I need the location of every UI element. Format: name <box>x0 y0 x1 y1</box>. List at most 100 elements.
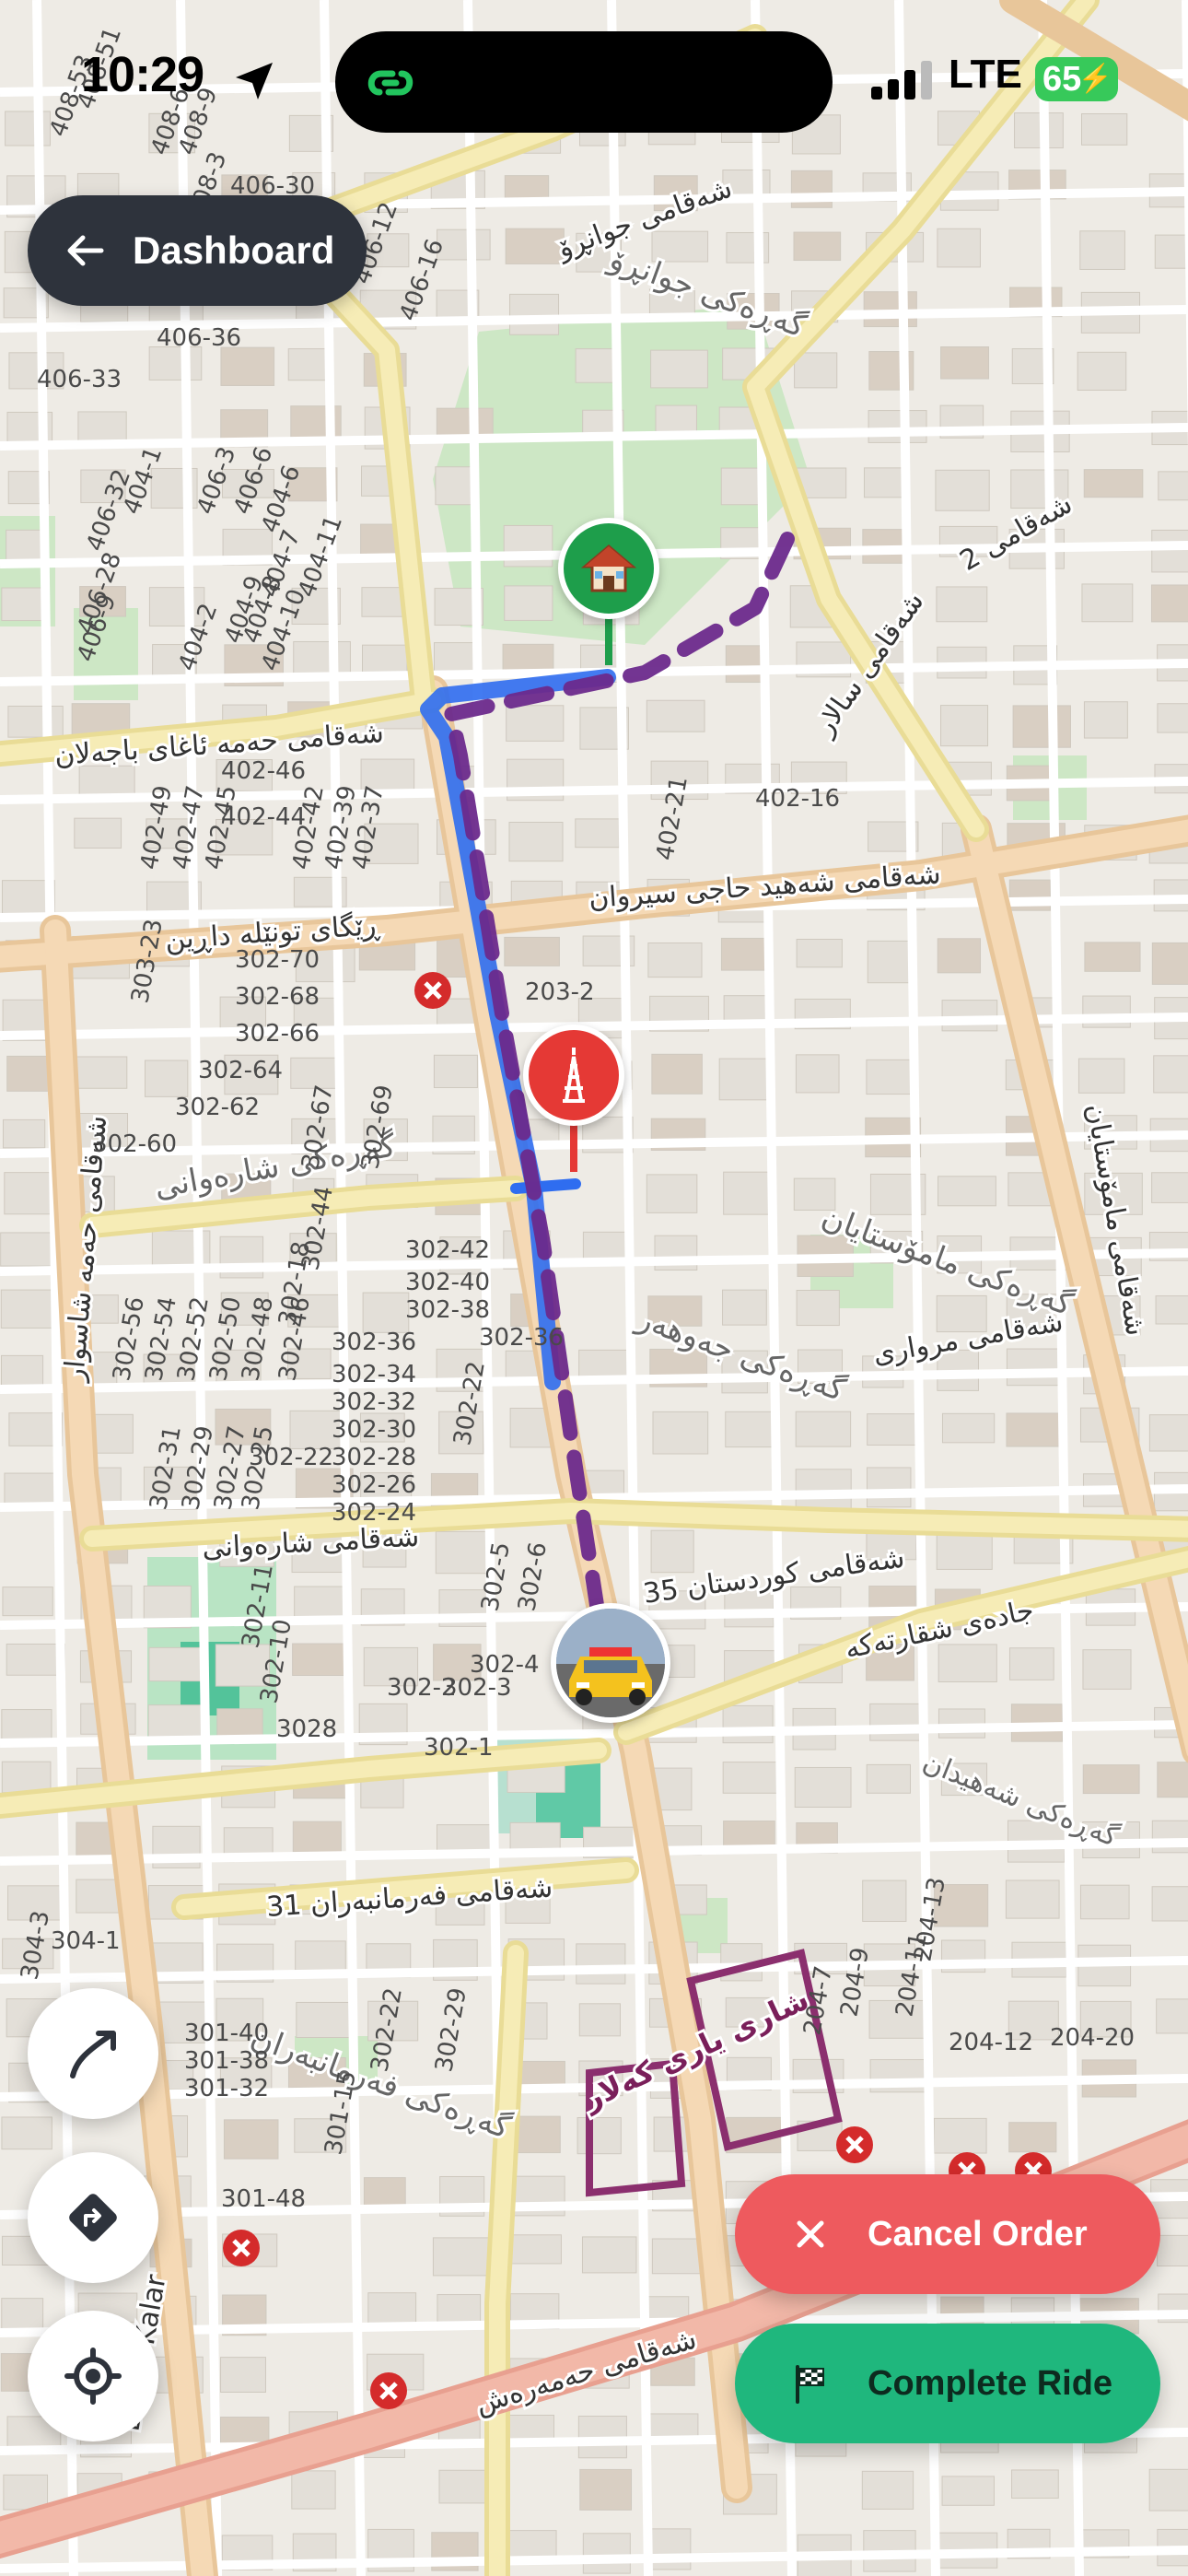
building-block <box>148 1646 204 1682</box>
pickup-pin[interactable] <box>558 518 659 684</box>
building-block <box>650 349 708 389</box>
building-block <box>295 1940 346 1971</box>
building-block <box>722 1762 782 1794</box>
building-block <box>723 1171 773 1215</box>
building-block <box>940 705 989 747</box>
building-block <box>1077 1058 1125 1094</box>
building-block <box>363 2177 406 2207</box>
status-bar: 10:29 LTE 65 ⚡ <box>0 0 1188 147</box>
directions-icon <box>69 2194 117 2242</box>
building-block <box>1150 584 1188 623</box>
building-block <box>941 1000 998 1032</box>
building-block <box>652 1411 709 1455</box>
building-block <box>2 1118 46 1149</box>
building-block <box>720 467 764 506</box>
building-block <box>1157 2234 1188 2267</box>
house-number-label: 302-68 <box>235 983 320 1011</box>
building-block <box>1079 230 1125 270</box>
building-block <box>144 1060 189 1097</box>
building-block <box>1006 1412 1061 1447</box>
building-block <box>941 2476 995 2506</box>
destination-pin[interactable] <box>523 1025 624 1190</box>
building-block <box>862 1879 907 1922</box>
building-block <box>1151 1820 1188 1854</box>
building-block <box>1 2116 52 2150</box>
building-block <box>220 2357 266 2393</box>
building-block <box>861 2470 914 2510</box>
building-block <box>1011 2469 1059 2499</box>
building-block <box>868 410 927 443</box>
building-block <box>1082 1649 1132 1690</box>
building-block <box>577 2117 622 2155</box>
building-block <box>933 2117 987 2154</box>
dynamic-island <box>335 31 833 133</box>
building-block <box>575 348 619 383</box>
house-number-label: 301-40 <box>184 2020 269 2047</box>
building-block <box>647 942 703 978</box>
building-block <box>1006 1348 1059 1387</box>
house-number-label: 302-1 <box>424 1734 494 1762</box>
house-number-label: 406-36 <box>157 324 241 352</box>
house-number-label: 302-3 <box>442 1674 512 1702</box>
building-block <box>1151 1172 1188 1203</box>
building-block <box>0 1232 54 1267</box>
building-block <box>1151 942 1188 985</box>
driver-taxi-marker[interactable] <box>551 1603 670 1723</box>
building-block <box>794 1766 852 1808</box>
building-block <box>940 346 990 380</box>
building-block <box>292 1643 351 1677</box>
recenter-location-button[interactable] <box>28 2311 158 2441</box>
complete-ride-button[interactable]: Complete Ride <box>735 2324 1160 2443</box>
house-number-label: 302-32 <box>332 1388 416 1416</box>
building-block <box>575 818 620 849</box>
house-number-label: 302-30 <box>332 1416 416 1444</box>
crosshair-icon <box>64 2348 122 2405</box>
complete-ride-label: Complete Ride <box>868 2363 1113 2403</box>
building-block <box>1 587 43 622</box>
building-block <box>941 1412 996 1444</box>
house-number-label: 302-24 <box>332 1499 416 1527</box>
building-block <box>938 1644 997 1683</box>
route-overview-button[interactable] <box>28 1988 158 2119</box>
building-block <box>4 1472 55 1505</box>
cancel-order-button[interactable]: Cancel Order <box>735 2174 1160 2294</box>
house-number-label: 301-48 <box>221 2185 306 2213</box>
building-block <box>3 2474 49 2511</box>
building-block <box>291 2470 336 2510</box>
building-block <box>936 1530 993 1570</box>
building-block <box>1083 701 1128 739</box>
building-block <box>1008 2122 1057 2153</box>
building-block <box>0 1289 57 1329</box>
building-block <box>361 644 408 675</box>
tower-icon <box>523 1025 624 1126</box>
house-number-label: 302-36 <box>332 1329 416 1356</box>
building-block <box>794 352 838 389</box>
taxi-icon <box>551 1603 670 1723</box>
building-block <box>504 936 560 966</box>
close-icon <box>797 2220 824 2248</box>
dashboard-label: Dashboard <box>133 228 335 272</box>
building-block <box>725 1411 774 1448</box>
building-block <box>223 2119 279 2160</box>
building-block <box>1 1761 52 1794</box>
building-block <box>795 1411 852 1447</box>
building-block <box>650 1529 694 1574</box>
battery-level: 65 <box>1042 60 1082 99</box>
building-block <box>1077 351 1127 392</box>
building-block <box>1083 469 1144 498</box>
house-number-label: 301-32 <box>184 2075 269 2102</box>
location-arrow-icon <box>236 63 273 100</box>
app-logo-icon <box>367 70 413 96</box>
building-block <box>718 1058 772 1101</box>
house-number-label: 302-66 <box>235 1020 320 1048</box>
building-block <box>651 1053 703 1095</box>
closed-marker-1 <box>414 972 451 1009</box>
building-block <box>1153 1055 1188 1094</box>
directions-button[interactable] <box>28 2152 158 2283</box>
arrow-left-icon <box>67 235 104 266</box>
building-block <box>1012 705 1071 748</box>
building-block <box>508 821 564 862</box>
dashboard-button[interactable]: Dashboard <box>28 195 367 306</box>
building-block <box>1081 583 1134 623</box>
building-block <box>438 2469 491 2504</box>
